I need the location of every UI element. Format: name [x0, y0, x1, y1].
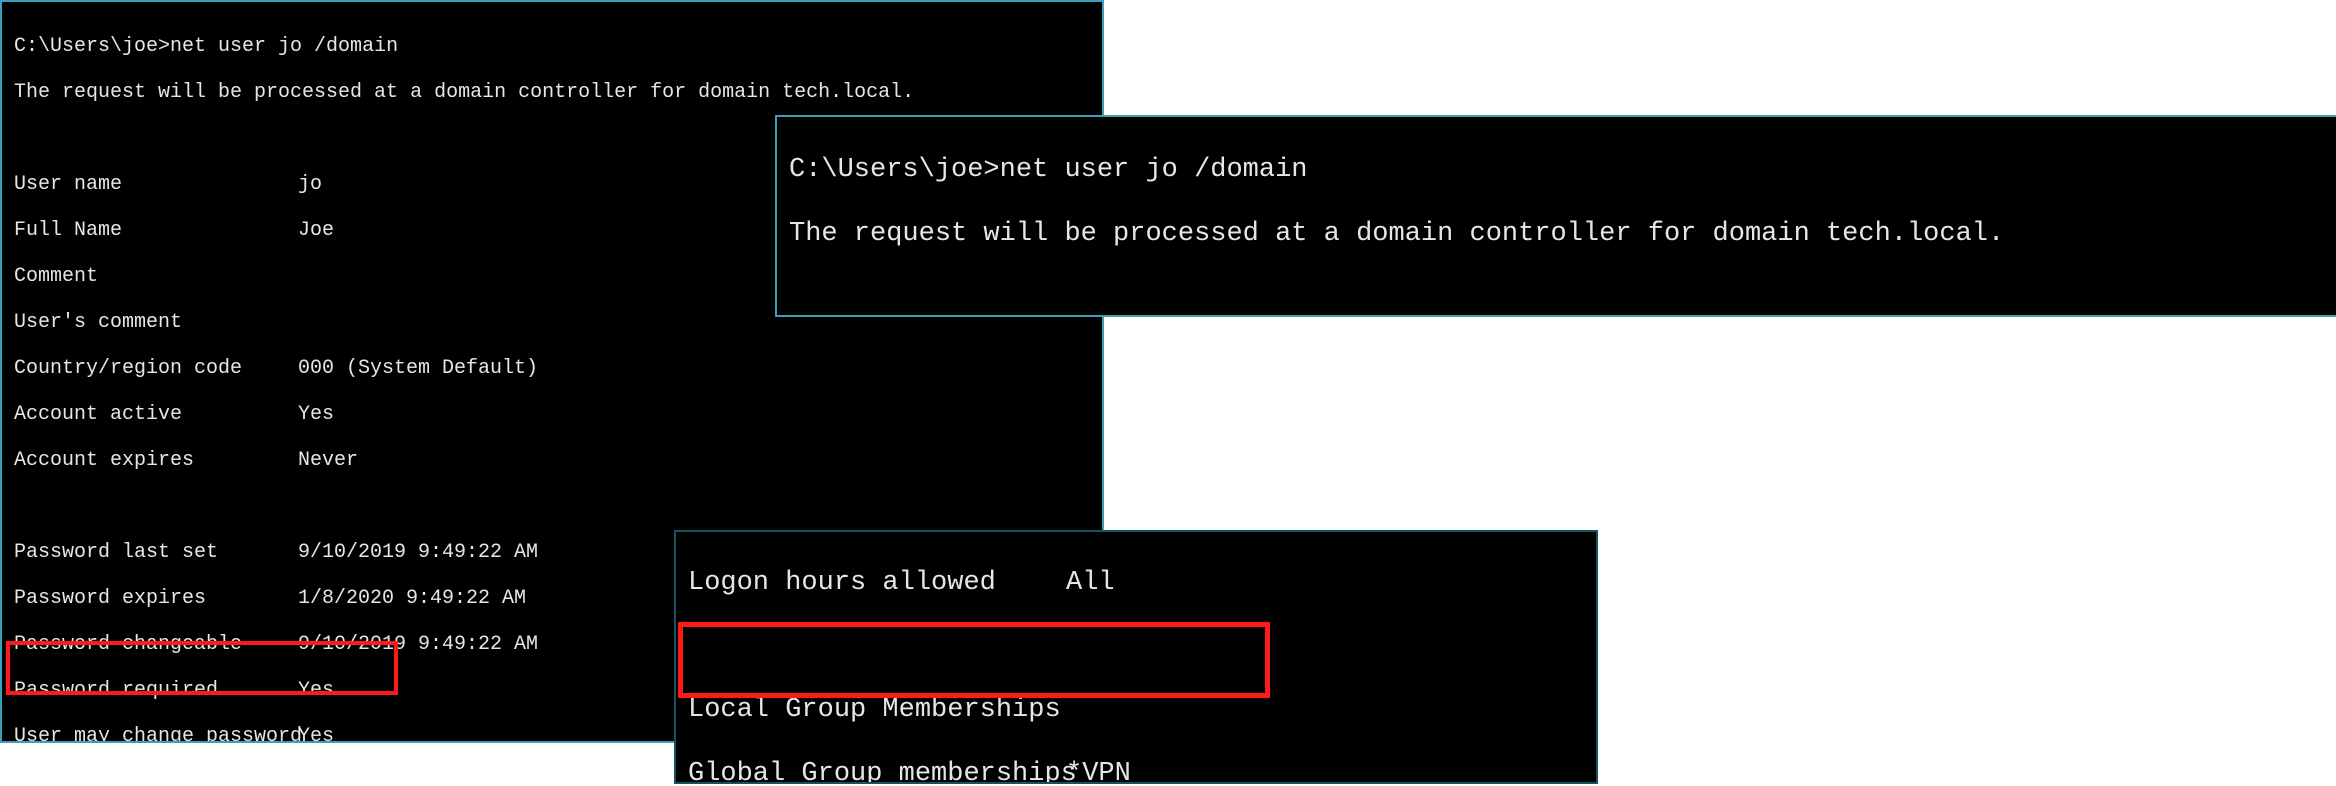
field-value: 9/10/2019 9:49:22 AM: [298, 541, 538, 564]
field-value: Yes: [298, 725, 334, 743]
stage: C:\Users\joe>net user jo /domain The req…: [0, 0, 2336, 786]
terminal-zoom-top-output: C:\Users\joe>net user jo /domain The req…: [777, 117, 2336, 317]
field-value: 000 (System Default): [298, 357, 538, 380]
prompt: C:\Users\joe>: [14, 35, 170, 58]
command: net user jo /domain: [170, 35, 398, 58]
prompt: C:\Users\joe>: [789, 155, 1000, 185]
field-label: Account expires: [14, 449, 298, 472]
global-group-value: *VPN: [1066, 759, 1131, 784]
field-label: User name: [14, 173, 298, 196]
terminal-zoom-bottom[interactable]: Logon hours allowedAll Local Group Membe…: [674, 530, 1598, 784]
field-label: Password changeable: [14, 633, 298, 656]
field-value: 1/8/2020 9:49:22 AM: [298, 587, 526, 610]
notice: The request will be processed at a domai…: [789, 219, 2325, 251]
field-label: Comment: [14, 265, 298, 288]
field-label: User may change password: [14, 725, 298, 743]
command: net user jo /domain: [1000, 155, 1308, 185]
field-label: Country/region code: [14, 357, 298, 380]
field-label: Password required: [14, 679, 298, 702]
notice: The request will be processed at a domai…: [14, 81, 1090, 104]
field-label: User's comment: [14, 311, 298, 334]
field-value: Yes: [298, 679, 334, 702]
field-value: Joe: [298, 219, 334, 242]
field-value: All: [1066, 568, 1115, 600]
field-label: Password expires: [14, 587, 298, 610]
field-value: Yes: [298, 403, 334, 426]
field-value: 9/10/2019 9:49:22 AM: [298, 633, 538, 656]
field-label: Password last set: [14, 541, 298, 564]
terminal-zoom-bottom-output: Logon hours allowedAll Local Group Membe…: [676, 532, 1596, 784]
field-value: jo: [298, 173, 322, 196]
field-label: Full Name: [14, 219, 298, 242]
local-group-memberships: Local Group Memberships: [688, 695, 1584, 727]
global-group-label: Global Group memberships: [688, 759, 1066, 784]
field-label: Account active: [14, 403, 298, 426]
field-label: Logon hours allowed: [688, 568, 1066, 600]
terminal-zoom-top[interactable]: C:\Users\joe>net user jo /domain The req…: [775, 115, 2336, 317]
field-value: Never: [298, 449, 358, 472]
